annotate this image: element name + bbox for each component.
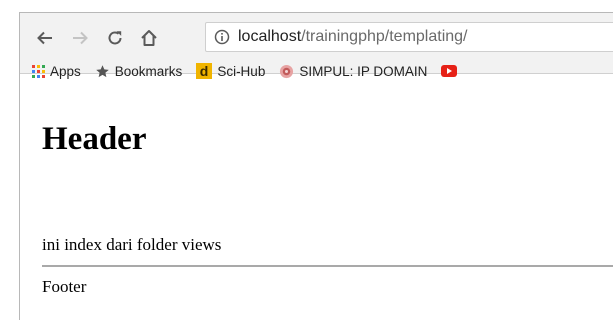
- bookmark-sci-hub[interactable]: d Sci-Hub: [196, 63, 265, 79]
- back-button[interactable]: [34, 27, 56, 49]
- bookmark-simpul-label: SIMPUL: IP DOMAIN: [299, 63, 428, 79]
- svg-text:d: d: [200, 63, 209, 79]
- back-arrow-icon: [37, 31, 52, 45]
- bookmark-apps[interactable]: Apps: [32, 64, 81, 79]
- info-icon[interactable]: [214, 29, 230, 45]
- address-bar[interactable]: localhost/trainingphp/templating/: [205, 22, 613, 52]
- bookmark-simpul[interactable]: SIMPUL: IP DOMAIN: [279, 64, 427, 79]
- forward-arrow-icon: [73, 31, 88, 45]
- home-icon: [141, 30, 157, 46]
- simpul-site-icon: [279, 64, 294, 79]
- apps-grid-icon: [32, 64, 45, 78]
- bookmark-apps-label: Apps: [50, 63, 81, 79]
- home-button[interactable]: [138, 27, 160, 49]
- bookmark-youtube[interactable]: [441, 65, 462, 77]
- url-text: localhost/trainingphp/templating/: [238, 28, 467, 46]
- page-header: Header: [42, 121, 147, 157]
- bookmark-bookmarks-label: Bookmarks: [114, 63, 183, 79]
- bookmarks-bar: Apps Bookmarks d Sci-Hub SIMPUL: IP DOMA…: [20, 58, 613, 84]
- browser-toolbar: localhost/trainingphp/templating/ Apps B…: [20, 13, 613, 79]
- forward-button[interactable]: [69, 27, 91, 49]
- star-icon: [95, 64, 110, 79]
- page-viewport: Header ini index dari folder views Foote…: [20, 85, 613, 320]
- url-path: /trainingphp/templating/: [301, 28, 468, 45]
- youtube-icon: [441, 65, 458, 77]
- bookmark-bookmarks[interactable]: Bookmarks: [95, 63, 183, 79]
- reload-button[interactable]: [104, 27, 126, 49]
- browser-window: localhost/trainingphp/templating/ Apps B…: [19, 12, 613, 320]
- bookmark-sci-hub-label: Sci-Hub: [217, 63, 266, 79]
- url-host: localhost: [238, 28, 302, 45]
- page-footer: Footer: [42, 277, 87, 296]
- footer-divider: [42, 265, 613, 267]
- page-content-text: ini index dari folder views: [42, 235, 222, 254]
- reload-icon: [108, 31, 122, 45]
- sci-hub-d-icon: d: [196, 63, 213, 79]
